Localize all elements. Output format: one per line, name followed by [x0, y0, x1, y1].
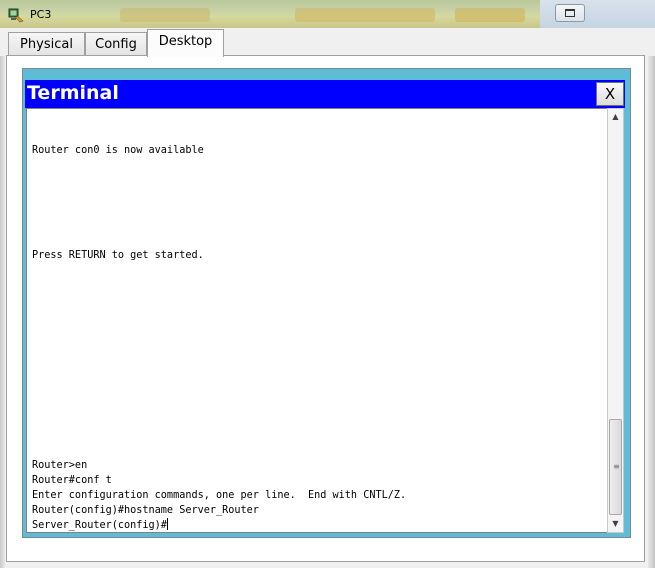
console-prompt-line: Server_Router(config)#	[32, 518, 168, 532]
background-blur	[120, 8, 210, 22]
tab-config[interactable]: Config	[85, 32, 147, 55]
background-blur	[295, 8, 435, 22]
tab-label: Config	[95, 37, 137, 52]
console-line: Enter configuration commands, one per li…	[32, 490, 407, 501]
chevron-down-icon[interactable]: ▼	[608, 516, 623, 532]
title-bar: PC3	[0, 0, 655, 28]
tab-label: Desktop	[158, 34, 213, 49]
close-icon: X	[604, 85, 616, 103]
scrollbar-thumb[interactable]: ≡	[609, 419, 622, 515]
tab-bar: Physical Config Desktop	[0, 28, 655, 57]
close-button[interactable]: X	[596, 82, 624, 106]
console-prompt: Server_Router(config)#	[32, 520, 167, 531]
background-blur	[455, 8, 525, 22]
grip-icon: ≡	[613, 462, 620, 471]
tab-physical[interactable]: Physical	[8, 32, 85, 55]
console-line: Router con0 is now available	[32, 145, 204, 156]
console-line: Press RETURN to get started.	[32, 250, 204, 261]
terminal-console[interactable]: Router con0 is now available Press RETUR…	[26, 108, 608, 533]
pc3-window: PC3 Physical Config Desktop Terminal X R…	[0, 0, 655, 568]
packet-tracer-pc-icon	[8, 8, 24, 23]
tab-label: Physical	[20, 37, 73, 52]
console-scrollbar[interactable]: ▲ ≡ ▼	[607, 108, 624, 533]
window-title: PC3	[30, 8, 52, 21]
terminal-title: Terminal	[27, 82, 119, 104]
window-edge-left	[0, 56, 5, 568]
maximize-button[interactable]	[555, 4, 585, 22]
text-cursor	[166, 518, 168, 530]
terminal-header: Terminal	[25, 80, 625, 108]
tab-desktop[interactable]: Desktop	[147, 29, 224, 57]
chevron-up-icon[interactable]: ▲	[608, 109, 623, 125]
maximize-icon	[565, 9, 575, 17]
console-line: Router>en	[32, 460, 88, 471]
console-line: Router(config)#hostname Server_Router	[32, 505, 259, 516]
window-edge-right	[648, 56, 655, 568]
console-line: Router#conf t	[32, 475, 112, 486]
